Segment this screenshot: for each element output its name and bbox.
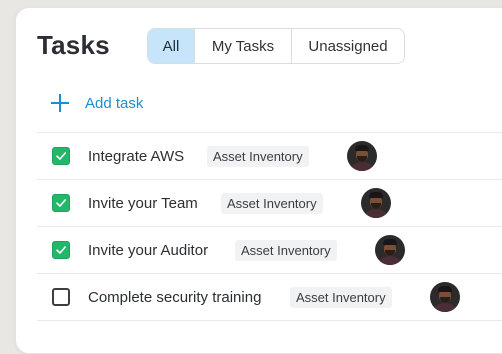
tab-all[interactable]: All	[148, 29, 195, 63]
avatar[interactable]	[375, 235, 405, 265]
tab-unassigned[interactable]: Unassigned	[292, 29, 404, 63]
checkbox-checked[interactable]	[52, 194, 70, 212]
add-task-label: Add task	[85, 94, 144, 112]
tab-my-tasks[interactable]: My Tasks	[195, 29, 292, 63]
checkbox-unchecked[interactable]	[52, 288, 70, 306]
table-row: Integrate AWS Asset Inventory	[37, 132, 502, 179]
table-row: Invite your Auditor Asset Inventory	[37, 226, 502, 273]
task-name[interactable]: Integrate AWS	[88, 148, 184, 165]
avatar[interactable]	[361, 188, 391, 218]
category-badge: Asset Inventory	[290, 286, 392, 308]
plus-icon	[51, 94, 69, 112]
table-row: Complete security training Asset Invento…	[37, 273, 502, 321]
check-icon	[56, 152, 66, 160]
category-badge: Asset Inventory	[221, 192, 323, 214]
task-name[interactable]: Invite your Team	[88, 195, 198, 212]
avatar[interactable]	[347, 141, 377, 171]
category-badge: Asset Inventory	[207, 145, 309, 167]
table-row: Invite your Team Asset Inventory	[37, 179, 502, 226]
checkbox-checked[interactable]	[52, 147, 70, 165]
avatar[interactable]	[430, 282, 460, 312]
filter-tabs: All My Tasks Unassigned	[147, 28, 405, 64]
task-name[interactable]: Invite your Auditor	[88, 242, 208, 259]
checkbox-checked[interactable]	[52, 241, 70, 259]
check-icon	[56, 199, 66, 207]
category-badge: Asset Inventory	[235, 239, 337, 261]
page-title: Tasks	[37, 30, 110, 60]
check-icon	[56, 246, 66, 254]
add-task-button[interactable]: Add task	[51, 94, 143, 112]
task-name[interactable]: Complete security training	[88, 289, 261, 306]
